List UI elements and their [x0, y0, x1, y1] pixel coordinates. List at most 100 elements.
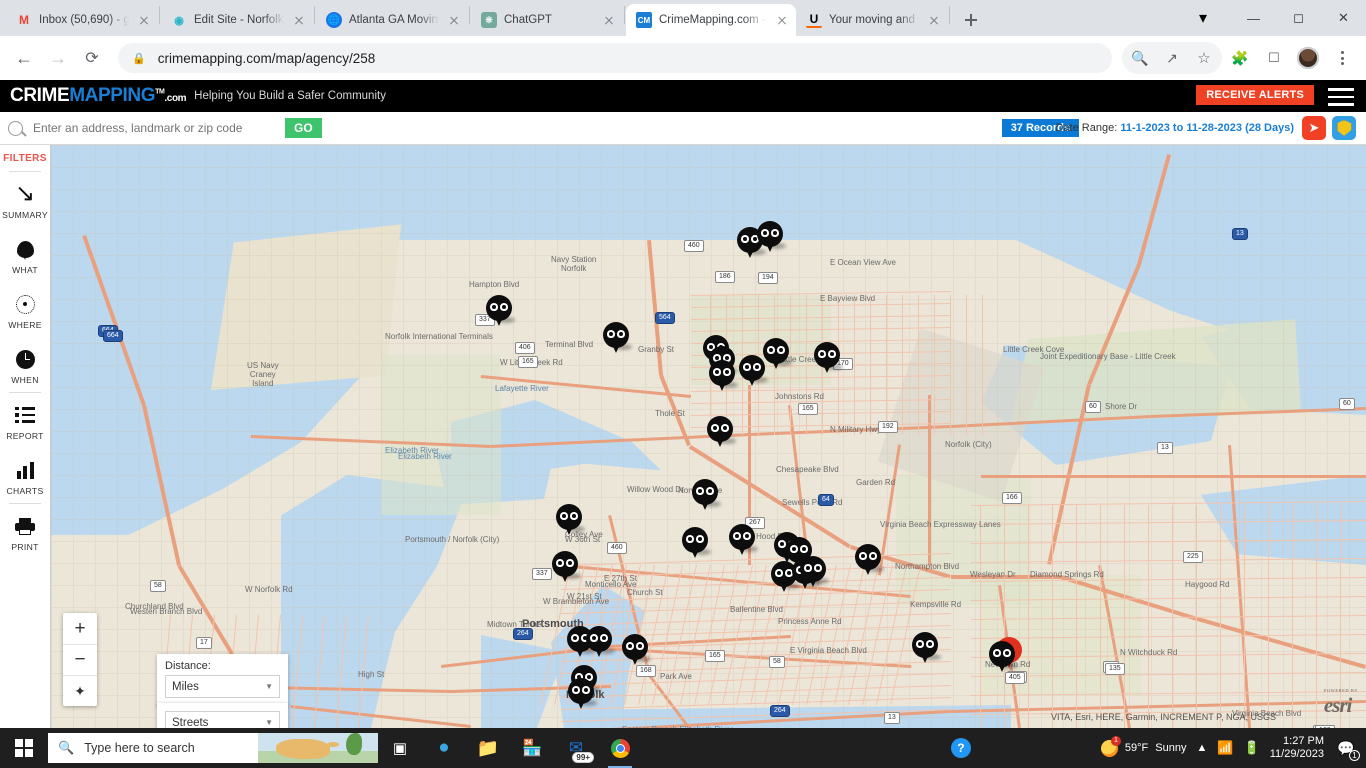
logo-part-mapping: MAPPING — [69, 85, 156, 106]
measure-wand-icon[interactable]: ✦ — [63, 675, 97, 706]
zoom-in-button[interactable]: + — [63, 613, 97, 644]
map-label: High St — [358, 670, 385, 679]
system-tray: ? 59°F Sunny ▲ 📶 🔋 1:27 PM 11/29/2023 💬 … — [950, 735, 1366, 761]
profile-avatar[interactable] — [1292, 42, 1324, 74]
tab-close-icon[interactable] — [926, 12, 942, 28]
receive-alerts-button[interactable]: RECEIVE ALERTS — [1196, 85, 1314, 105]
tab-close-icon[interactable] — [601, 12, 617, 28]
close-window-button[interactable]: ✕ — [1321, 2, 1366, 34]
crime-marker-burglary[interactable] — [486, 295, 515, 327]
battery-icon[interactable]: 🔋 — [1244, 740, 1260, 756]
browser-tab-4-active[interactable]: CM CrimeMapping.com - — [626, 4, 796, 36]
crime-marker-burglary[interactable] — [739, 355, 768, 387]
edge-icon[interactable]: ● — [422, 728, 466, 768]
crime-marker-burglary[interactable] — [622, 634, 651, 666]
browser-tab-1[interactable]: ◉ Edit Site - Norfolk Mo — [161, 4, 313, 36]
network-icon[interactable]: 📶 — [1217, 740, 1233, 756]
tab-search-chevron-icon[interactable]: ▾ — [1189, 4, 1217, 32]
browser-tab-2[interactable]: 🌐 Atlanta GA Moving H — [316, 4, 468, 36]
new-tab-button[interactable] — [957, 6, 985, 34]
crime-marker-burglary[interactable] — [709, 360, 738, 392]
sidebar-item-summary[interactable]: ↘ SUMMARY — [0, 172, 50, 227]
chevron-up-icon[interactable]: ▲ — [1196, 742, 1207, 754]
windows-start-icon[interactable] — [0, 728, 48, 768]
taskbar-search[interactable]: 🔍 Type here to search — [48, 733, 378, 763]
crime-marker-burglary[interactable] — [814, 342, 843, 374]
map-label: Chesapeake Blvd — [776, 465, 839, 474]
three-dot-menu-icon[interactable] — [1326, 42, 1358, 74]
forward-icon[interactable]: → — [42, 42, 74, 74]
crime-marker-burglary[interactable] — [586, 626, 615, 658]
route-shield: 406 — [515, 342, 535, 354]
browser-tab-5[interactable]: U Your moving and sto — [796, 4, 948, 36]
basemap-panel: Streets ▼ — [157, 703, 288, 728]
crime-marker-burglary[interactable] — [912, 632, 941, 664]
crime-marker-burglary[interactable] — [989, 641, 1018, 673]
road-segment — [928, 395, 931, 565]
tab-title: Your moving and sto — [829, 14, 919, 26]
tab-divider — [314, 5, 315, 24]
crime-marker-burglary[interactable] — [729, 524, 758, 556]
crime-marker-burglary[interactable] — [568, 678, 597, 710]
crime-marker-burglary[interactable] — [552, 551, 581, 583]
mail-icon[interactable]: ✉ 99+ — [554, 728, 598, 768]
sidebar-item-where[interactable]: WHERE — [0, 282, 50, 337]
chrome-icon[interactable] — [598, 728, 642, 768]
mail-badge: 99+ — [572, 752, 594, 763]
crime-marker-burglary[interactable] — [603, 322, 632, 354]
weather-widget[interactable]: 59°F Sunny — [1100, 735, 1186, 757]
help-circle-icon[interactable]: ? — [950, 738, 971, 758]
share-arrow-icon[interactable]: ➤ — [1302, 116, 1326, 140]
tab-close-icon[interactable] — [291, 12, 307, 28]
site-logo[interactable]: CRIMEMAPPINGTM.com — [10, 85, 187, 107]
search-input[interactable] — [33, 121, 273, 135]
tab-close-icon[interactable] — [136, 12, 152, 28]
bookmark-star-icon[interactable]: ☆ — [1188, 42, 1220, 74]
address-bar[interactable]: 🔒 crimemapping.com/map/agency/258 — [118, 43, 1112, 73]
share-icon[interactable]: ↗ — [1156, 42, 1188, 74]
search-icon — [8, 120, 23, 136]
task-view-icon[interactable]: ▣ — [378, 728, 422, 768]
browser-tab-3[interactable]: ❊ ChatGPT — [471, 4, 623, 36]
back-icon[interactable]: ← — [8, 42, 40, 74]
sidebar-item-charts[interactable]: CHARTS — [0, 448, 50, 503]
zoom-out-button[interactable]: − — [63, 644, 97, 675]
crime-map[interactable]: US Navy Craney Island Elizabeth River Lafa… — [51, 145, 1366, 728]
sidebar-item-what[interactable]: WHAT — [0, 227, 50, 282]
crime-marker-burglary[interactable] — [707, 416, 736, 448]
tab-close-icon[interactable] — [446, 12, 462, 28]
sidebar-item-print[interactable]: PRINT — [0, 504, 50, 559]
minimize-button[interactable]: — — [1231, 2, 1276, 34]
crime-marker-burglary[interactable] — [757, 221, 786, 253]
microsoft-store-icon[interactable]: 🏪 — [510, 728, 554, 768]
crime-marker-burglary[interactable] — [763, 338, 792, 370]
route-shield: 13 — [884, 712, 900, 724]
sidebar-item-label: PRINT — [11, 542, 39, 552]
crime-marker-burglary[interactable] — [855, 544, 884, 576]
maximize-button[interactable]: ◻ — [1276, 2, 1321, 34]
police-badge-icon[interactable] — [1332, 116, 1356, 140]
go-button[interactable]: GO — [285, 118, 322, 138]
sidebar-item-when[interactable]: WHEN — [0, 337, 50, 392]
route-shield: 460 — [684, 240, 704, 252]
uhaul-icon: U — [806, 12, 822, 28]
browser-tab-0[interactable]: M Inbox (50,690) - greg — [6, 4, 158, 36]
crime-marker-burglary[interactable] — [682, 527, 711, 559]
taskbar-clock[interactable]: 1:27 PM 11/29/2023 — [1270, 735, 1324, 761]
route-shield: 405 — [1005, 672, 1025, 684]
extensions-puzzle-icon[interactable]: 🧩 — [1224, 42, 1256, 74]
tab-close-icon[interactable] — [774, 12, 790, 28]
crime-marker-burglary[interactable] — [692, 479, 721, 511]
notifications-icon[interactable]: 💬 1 — [1334, 736, 1360, 761]
chevron-down-icon: ▼ — [265, 682, 273, 691]
crime-marker-burglary[interactable] — [800, 556, 829, 588]
zoom-out-icon[interactable]: 🔍 — [1124, 42, 1156, 74]
file-explorer-icon[interactable]: 📁 — [466, 728, 510, 768]
basemap-select[interactable]: Streets ▼ — [165, 711, 280, 728]
sidepanel-icon[interactable]: ☐ — [1258, 42, 1290, 74]
hamburger-menu-icon[interactable] — [1328, 88, 1354, 106]
distance-unit-select[interactable]: Miles ▼ — [165, 675, 280, 698]
reload-icon[interactable]: ⟳ — [76, 42, 108, 74]
sidebar-item-report[interactable]: REPORT — [0, 393, 50, 448]
crime-marker-burglary[interactable] — [556, 504, 585, 536]
